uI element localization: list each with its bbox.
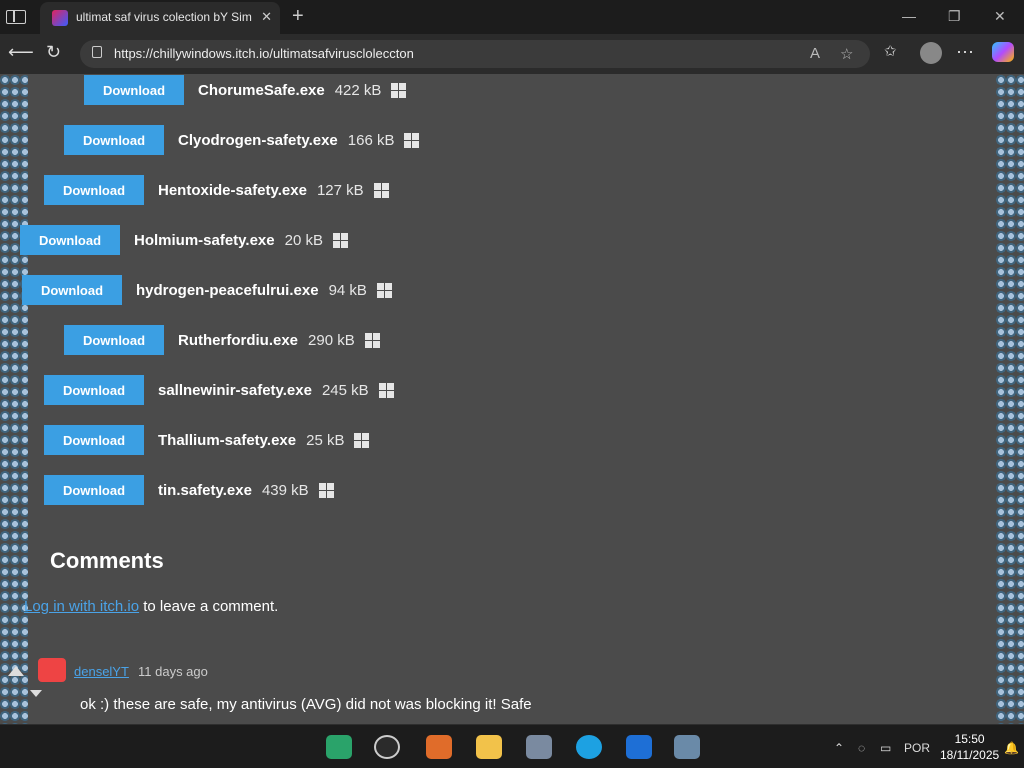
download-button[interactable]: Download bbox=[22, 275, 122, 305]
browser-tab-bar: ultimat saf virus colection bY Sim ✕ + —… bbox=[0, 0, 1024, 34]
tab-title: ultimat saf virus colection bY Sim bbox=[76, 10, 252, 24]
sidebar-toggle-icon[interactable] bbox=[6, 10, 26, 24]
windows-icon bbox=[318, 482, 334, 498]
file-row: Download ChorumeSafe.exe 422 kB bbox=[84, 75, 407, 105]
glitch-edge-right bbox=[996, 74, 1024, 724]
app-icon[interactable] bbox=[626, 735, 652, 759]
login-prompt: Log in with itch.io to leave a comment. bbox=[24, 598, 278, 615]
comment-username[interactable]: denselYT bbox=[74, 664, 129, 679]
file-size: 25 kB bbox=[306, 431, 345, 449]
file-size: 94 kB bbox=[328, 281, 367, 299]
file-name: tin.safety.exe bbox=[158, 481, 252, 499]
display-icon[interactable]: ▭ bbox=[880, 741, 891, 755]
download-button[interactable]: Download bbox=[64, 325, 164, 355]
network-icon[interactable]: ◌ bbox=[858, 741, 865, 755]
edge-browser-icon[interactable] bbox=[576, 735, 602, 759]
file-size: 127 kB bbox=[316, 181, 364, 199]
file-name: sallnewinir-safety.exe bbox=[158, 381, 312, 399]
lock-icon bbox=[92, 46, 102, 58]
file-row: Download tin.safety.exe 439 kB bbox=[44, 475, 334, 505]
app-icon[interactable] bbox=[526, 735, 552, 759]
file-row: Download Hentoxide-safety.exe 127 kB bbox=[44, 175, 389, 205]
file-name: ChorumeSafe.exe bbox=[198, 81, 325, 99]
tray-chevron-icon[interactable]: ⌃ bbox=[834, 741, 844, 755]
favorite-star-icon[interactable]: ☆ bbox=[840, 45, 853, 63]
file-row: Download Clyodrogen-safety.exe 166 kB bbox=[64, 125, 420, 155]
refresh-icon[interactable]: ↻ bbox=[46, 42, 61, 63]
read-aloud-icon[interactable]: A bbox=[810, 45, 820, 62]
close-window-icon[interactable]: ✕ bbox=[994, 8, 1006, 25]
windows-icon bbox=[354, 432, 370, 448]
avatar bbox=[38, 658, 66, 682]
upvote-icon[interactable] bbox=[8, 666, 24, 676]
file-name: hydrogen-peacefulrui.exe bbox=[136, 281, 319, 299]
url-text: https://chillywindows.itch.io/ultimatsaf… bbox=[114, 46, 414, 61]
file-name: Rutherfordiu.exe bbox=[178, 331, 299, 349]
download-button[interactable]: Download bbox=[20, 225, 120, 255]
taskbar: ⌃ ◌ ▭ POR 15:50 18/11/2025 🔔 bbox=[0, 724, 1024, 768]
browser-toolbar: ⟵ ↻ https://chillywindows.itch.io/ultima… bbox=[0, 34, 1024, 74]
browser-tab[interactable]: ultimat saf virus colection bY Sim ✕ bbox=[40, 2, 280, 34]
windows-icon bbox=[332, 232, 348, 248]
windows-icon bbox=[376, 282, 392, 298]
windows-icon bbox=[364, 332, 380, 348]
minimize-icon[interactable]: — bbox=[902, 8, 916, 24]
restore-icon[interactable]: ❐ bbox=[948, 8, 961, 25]
file-row: Download hydrogen-peacefulrui.exe 94 kB bbox=[22, 275, 392, 305]
language-indicator[interactable]: POR bbox=[904, 741, 930, 755]
download-button[interactable]: Download bbox=[44, 425, 144, 455]
notification-bell-icon[interactable]: 🔔 bbox=[1004, 741, 1019, 755]
widgets-icon[interactable] bbox=[326, 735, 352, 759]
app-icon[interactable] bbox=[426, 735, 452, 759]
comments-heading: Comments bbox=[50, 548, 164, 573]
tab-close-icon[interactable]: ✕ bbox=[261, 9, 272, 25]
more-menu-icon[interactable]: ⋯ bbox=[956, 42, 974, 63]
file-size: 166 kB bbox=[347, 131, 395, 149]
clock[interactable]: 15:50 18/11/2025 bbox=[940, 731, 999, 763]
windows-icon bbox=[373, 182, 389, 198]
downvote-icon[interactable] bbox=[30, 690, 42, 697]
file-name: Clyodrogen-safety.exe bbox=[178, 131, 338, 149]
file-row: Download sallnewinir-safety.exe 245 kB bbox=[44, 375, 394, 405]
comment-timestamp: 11 days ago bbox=[138, 664, 208, 679]
file-name: Thallium-safety.exe bbox=[158, 431, 297, 449]
clock-time: 15:50 bbox=[954, 732, 985, 746]
file-row: Download Holmium-safety.exe 20 kB bbox=[20, 225, 348, 255]
windows-icon bbox=[404, 132, 420, 148]
file-row: Download Rutherfordiu.exe 290 kB bbox=[64, 325, 380, 355]
profile-avatar[interactable] bbox=[920, 42, 942, 64]
clock-date: 18/11/2025 bbox=[940, 748, 1000, 762]
search-icon[interactable] bbox=[374, 735, 400, 759]
file-row: Download Thallium-safety.exe 25 kB bbox=[44, 425, 370, 455]
file-size: 245 kB bbox=[321, 381, 369, 399]
tab-favicon-icon bbox=[52, 10, 68, 26]
address-bar[interactable]: https://chillywindows.itch.io/ultimatsaf… bbox=[80, 40, 870, 68]
download-button[interactable]: Download bbox=[84, 75, 184, 105]
file-name: Hentoxide-safety.exe bbox=[158, 181, 307, 199]
back-arrow-icon[interactable]: ⟵ bbox=[8, 42, 34, 63]
file-name: Holmium-safety.exe bbox=[134, 231, 275, 249]
download-button[interactable]: Download bbox=[64, 125, 164, 155]
windows-icon bbox=[378, 382, 394, 398]
file-size: 439 kB bbox=[261, 481, 309, 499]
comment-body: ok :) these are safe, my antivirus (AVG)… bbox=[80, 696, 532, 713]
copilot-icon[interactable] bbox=[992, 42, 1014, 62]
file-size: 290 kB bbox=[308, 331, 355, 349]
login-suffix: to leave a comment. bbox=[139, 598, 279, 615]
new-tab-icon[interactable]: + bbox=[292, 5, 304, 28]
file-size: 20 kB bbox=[284, 231, 323, 249]
download-button[interactable]: Download bbox=[44, 475, 144, 505]
active-app-icon[interactable] bbox=[674, 735, 700, 759]
login-link[interactable]: Log in with itch.io bbox=[24, 598, 139, 615]
file-explorer-icon[interactable] bbox=[476, 735, 502, 759]
glitch-edge-left bbox=[0, 74, 28, 724]
download-button[interactable]: Download bbox=[44, 175, 144, 205]
favorites-icon[interactable]: ✩ bbox=[884, 42, 897, 60]
page-content: Download ChorumeSafe.exe 422 kB Download Cly… bbox=[0, 74, 1024, 724]
windows-icon bbox=[391, 82, 407, 98]
file-size: 422 kB bbox=[334, 81, 382, 99]
download-button[interactable]: Download bbox=[44, 375, 144, 405]
